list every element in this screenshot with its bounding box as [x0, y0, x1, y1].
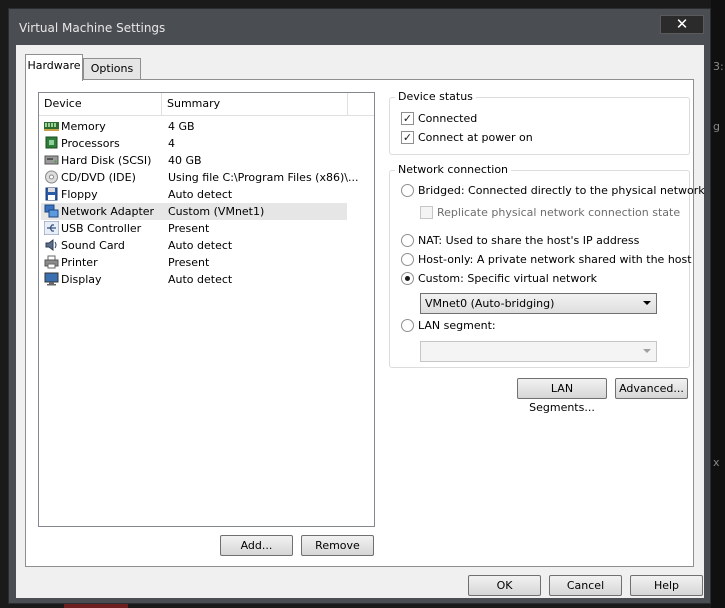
connected-check-icon: ✓ — [401, 112, 414, 125]
host-only-radio-icon — [401, 253, 414, 266]
device-summary: Using file C:\Program Files (x86)\... — [168, 171, 359, 184]
nat-radio-icon — [401, 234, 414, 247]
bridged-radio-icon — [401, 184, 414, 197]
host-only-label: Host-only: A private network shared with… — [418, 253, 692, 266]
cd-dvd-icon — [45, 170, 58, 184]
lan-segments-button[interactable]: LAN Segments... — [517, 378, 607, 414]
device-name: Display — [61, 273, 102, 286]
sound-card-icon — [45, 239, 57, 251]
device-row-hard-disk[interactable]: Hard Disk (SCSI) 40 GB — [41, 152, 347, 169]
background-text: g — [713, 120, 720, 133]
custom-network-dropdown[interactable]: VMnet0 (Auto-bridging) — [420, 293, 657, 314]
connect-at-power-on-label: Connect at power on — [418, 131, 533, 144]
background-text: 3: — [713, 60, 724, 73]
device-name: Floppy — [61, 188, 98, 201]
device-name: Sound Card — [61, 239, 125, 252]
device-summary: 40 GB — [168, 154, 202, 167]
floppy-icon — [45, 187, 58, 201]
add-hardware-button[interactable]: Add... — [220, 535, 293, 556]
replicate-check-icon — [420, 206, 433, 219]
dialog-client-area: Hardware Options Device Summary Memory 4… — [16, 45, 705, 598]
device-name: Printer — [61, 256, 98, 269]
device-name: USB Controller — [61, 222, 142, 235]
device-name: Memory — [61, 120, 106, 133]
device-summary: 4 GB — [168, 120, 195, 133]
column-header-device[interactable]: Device — [39, 93, 162, 115]
device-name: Hard Disk (SCSI) — [61, 154, 152, 167]
chevron-down-icon — [643, 301, 651, 305]
device-summary: 4 — [168, 137, 175, 150]
device-list-header: Device Summary — [39, 93, 374, 116]
device-summary: Auto detect — [168, 239, 233, 252]
usb-icon — [44, 221, 59, 235]
remove-hardware-button[interactable]: Remove — [301, 535, 374, 556]
close-button[interactable]: ✕ — [660, 15, 704, 34]
processor-icon — [45, 136, 58, 149]
cancel-button[interactable]: Cancel — [549, 575, 622, 596]
device-row-sound-card[interactable]: Sound Card Auto detect — [41, 237, 347, 254]
device-row-display[interactable]: Display Auto detect — [41, 271, 347, 288]
background-text: x — [713, 456, 720, 469]
device-row-processors[interactable]: Processors 4 — [41, 135, 347, 152]
network-connection-title: Network connection — [395, 163, 512, 176]
connect-at-power-on-check-icon: ✓ — [401, 131, 414, 144]
background-window-edge: 3: g x — [711, 0, 725, 608]
device-row-usb-controller[interactable]: USB Controller Present — [41, 220, 347, 237]
advanced-button[interactable]: Advanced... — [615, 378, 688, 399]
help-button[interactable]: Help — [630, 575, 703, 596]
title-bar[interactable]: Virtual Machine Settings ✕ — [9, 9, 710, 45]
connected-label: Connected — [418, 112, 478, 125]
device-row-floppy[interactable]: Floppy Auto detect — [41, 186, 347, 203]
hardware-tab-panel: Device Summary Memory 4 GB Processors 4 … — [25, 79, 705, 567]
device-summary: Auto detect — [168, 188, 233, 201]
custom-network-value: VMnet0 (Auto-bridging) — [425, 297, 555, 310]
network-connection-group: Network connection Bridged: Connected di… — [389, 163, 705, 368]
custom-radio-icon — [401, 272, 414, 285]
tab-options[interactable]: Options — [83, 58, 141, 80]
printer-icon — [44, 255, 59, 269]
window-title: Virtual Machine Settings — [19, 21, 166, 35]
device-name: Network Adapter — [61, 205, 155, 218]
device-row-printer[interactable]: Printer Present — [41, 254, 347, 271]
lan-segment-dropdown[interactable] — [420, 341, 657, 362]
device-name: CD/DVD (IDE) — [61, 171, 136, 184]
lan-segment-radio-icon — [401, 319, 414, 332]
virtual-machine-settings-dialog: Virtual Machine Settings ✕ Hardware Opti… — [8, 8, 711, 604]
chevron-down-icon — [643, 349, 651, 353]
memory-icon — [44, 122, 59, 131]
column-header-summary[interactable]: Summary — [162, 93, 348, 115]
ok-button[interactable]: OK — [468, 575, 541, 596]
device-name: Processors — [61, 137, 120, 150]
device-row-network-adapter[interactable]: Network Adapter Custom (VMnet1) — [41, 203, 347, 220]
replicate-label: Replicate physical network connection st… — [437, 206, 681, 219]
nat-label: NAT: Used to share the host's IP address — [418, 234, 640, 247]
radio-selected-dot — [405, 276, 410, 281]
bridged-label: Bridged: Connected directly to the physi… — [418, 184, 705, 197]
device-status-group: Device status ✓ Connected ✓ Connect at p… — [389, 90, 690, 155]
device-summary: Present — [168, 256, 210, 269]
device-list[interactable]: Device Summary Memory 4 GB Processors 4 … — [38, 92, 375, 527]
device-row-cd-dvd[interactable]: CD/DVD (IDE) Using file C:\Program Files… — [41, 169, 358, 186]
lan-segment-label: LAN segment: — [418, 319, 496, 332]
display-icon — [44, 272, 59, 286]
network-adapter-icon — [44, 204, 59, 218]
device-summary: Present — [168, 222, 210, 235]
device-status-title: Device status — [395, 90, 476, 103]
device-row-memory[interactable]: Memory 4 GB — [41, 118, 347, 135]
tab-hardware[interactable]: Hardware — [25, 54, 83, 81]
device-summary: Custom (VMnet1) — [168, 205, 265, 218]
custom-label: Custom: Specific virtual network — [418, 272, 597, 285]
device-summary: Auto detect — [168, 273, 233, 286]
hard-disk-icon — [44, 155, 59, 165]
